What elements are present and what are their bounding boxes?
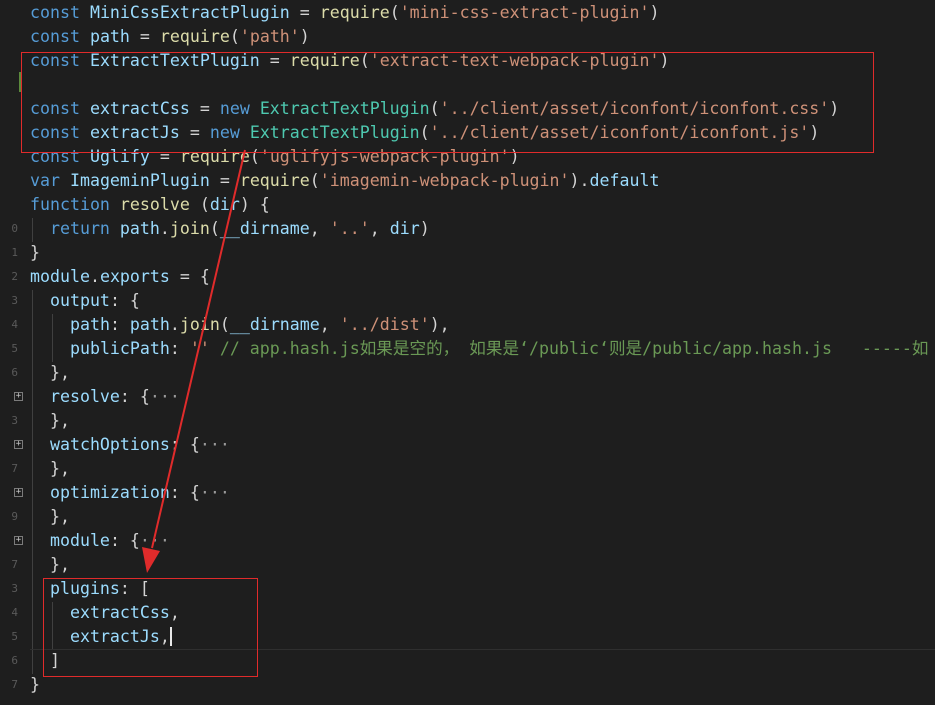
code-editor[interactable]: const MiniCssExtractPlugin = require('mi… (0, 0, 935, 705)
annotation-arrow (142, 149, 246, 573)
